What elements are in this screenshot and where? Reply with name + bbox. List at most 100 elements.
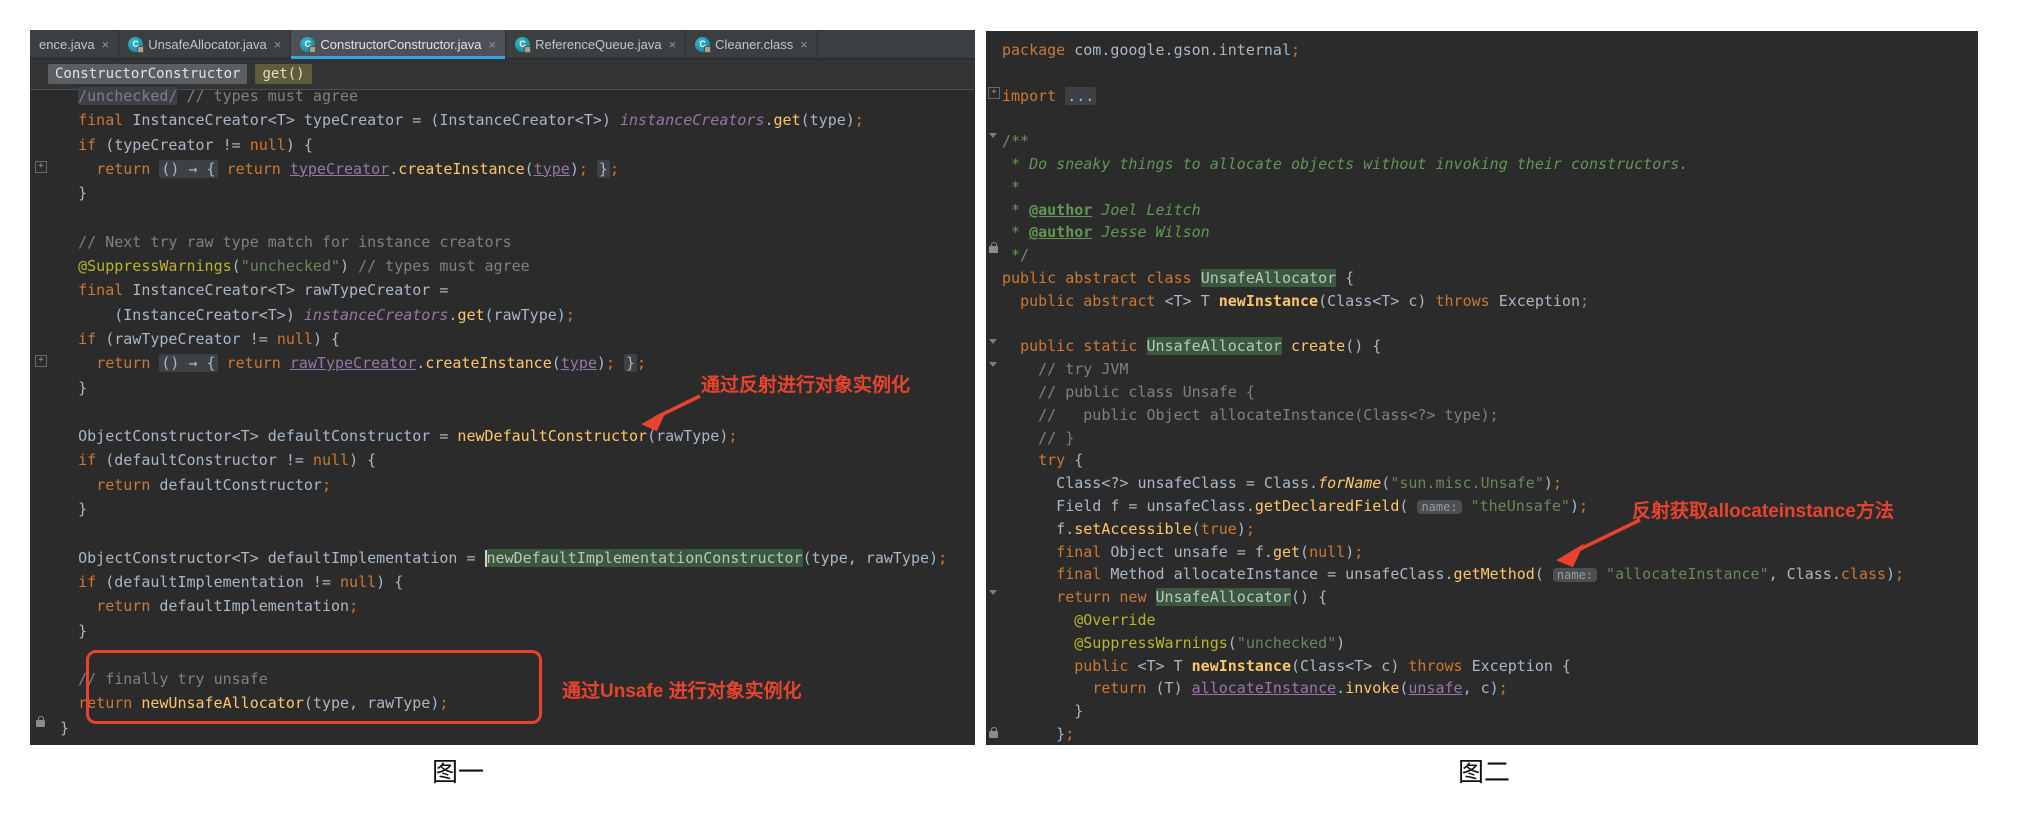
- code-editor-right[interactable]: package com.google.gson.internal; import…: [986, 31, 1978, 745]
- code-line: /unchecked/ // types must agree: [42, 84, 975, 108]
- code-token: , Class.: [1769, 565, 1841, 583]
- code-token: @Override: [1074, 611, 1155, 629]
- code-token: getMethod: [1454, 565, 1535, 583]
- code-token: Field f = unsafeClass.: [1002, 497, 1255, 515]
- code-token: newInstance: [1192, 657, 1291, 675]
- code-token: [1002, 679, 1092, 697]
- code-token: null: [277, 330, 313, 348]
- tab-close-icon[interactable]: ×: [800, 37, 808, 52]
- tab-label: ReferenceQueue.java: [535, 37, 661, 52]
- fold-collapse-icon[interactable]: [989, 133, 997, 138]
- lock-icon: [989, 731, 998, 738]
- code-token: ;: [322, 476, 331, 494]
- tab-close-icon[interactable]: ×: [669, 37, 677, 52]
- class-file-icon: C: [695, 37, 710, 52]
- code-line: // public Object allocateInstance(Class<…: [1002, 404, 1978, 427]
- code-token: name:: [1417, 500, 1461, 514]
- code-token: [1002, 406, 1038, 424]
- code-token: }: [624, 354, 637, 372]
- code-token: // Next try raw type match for instance …: [78, 233, 511, 251]
- breadcrumb-method-chip[interactable]: get(): [255, 64, 311, 84]
- tab-close-icon[interactable]: ×: [274, 37, 282, 52]
- code-token: allocateInstance: [1192, 679, 1337, 697]
- code-token: <T> T: [1165, 292, 1219, 310]
- fold-expand-icon[interactable]: +: [988, 87, 1000, 99]
- code-token: ) {: [313, 330, 340, 348]
- code-token: type: [534, 160, 570, 178]
- code-token: [281, 160, 290, 178]
- code-token: // types must agree: [177, 87, 358, 105]
- tab-label: UnsafeAllocator.java: [148, 37, 267, 52]
- editor-tab-cleaner-class[interactable]: CCleaner.class×: [686, 30, 818, 58]
- code-token: (InstanceCreator<T>): [42, 306, 304, 324]
- code-token: return: [96, 160, 150, 178]
- code-line: final Object unsafe = f.get(null);: [1002, 541, 1978, 564]
- code-token: ;: [349, 597, 358, 615]
- fold-expand-icon[interactable]: +: [35, 355, 47, 367]
- breadcrumb-class-chip[interactable]: ConstructorConstructor: [48, 64, 247, 84]
- code-line: public abstract class UnsafeAllocator {: [1002, 267, 1978, 290]
- code-token: import: [1002, 87, 1065, 105]
- annotation-unsafe-text: 通过Unsafe 进行对象实例化: [562, 676, 802, 703]
- code-line: }: [42, 181, 975, 205]
- code-token: if: [78, 330, 96, 348]
- code-token: [42, 281, 78, 299]
- code-editor-left[interactable]: /unchecked/ // types must agree final In…: [30, 84, 975, 740]
- editor-tab-constructorconstructor-java[interactable]: CConstructorConstructor.java×: [291, 30, 506, 58]
- tab-close-icon[interactable]: ×: [488, 37, 496, 52]
- code-line: @Override: [1002, 609, 1978, 632]
- editor-tab-ence-java[interactable]: ence.java×: [30, 30, 119, 58]
- code-token: ;: [1246, 520, 1255, 538]
- code-line: import ...: [1002, 85, 1978, 108]
- code-line: // Next try raw type match for instance …: [42, 230, 975, 254]
- code-token: (: [1399, 497, 1417, 515]
- fold-collapse-icon[interactable]: [989, 339, 997, 344]
- code-token: null: [340, 573, 376, 591]
- code-token: if: [78, 136, 96, 154]
- code-token: instanceCreators: [304, 306, 449, 324]
- editor-tab-referencequeue-java[interactable]: C ReferenceQueue.java ×: [506, 30, 686, 58]
- code-token: @author: [1029, 201, 1092, 219]
- code-token: ): [1336, 634, 1345, 652]
- fold-expand-icon[interactable]: +: [35, 161, 47, 173]
- code-token: // public Object allocateInstance(Class<…: [1038, 406, 1499, 424]
- fold-collapse-icon[interactable]: [989, 590, 997, 595]
- code-token: (: [1381, 474, 1390, 492]
- code-token: ): [1345, 543, 1354, 561]
- code-token: typeCreator: [290, 160, 389, 178]
- code-token: // public class Unsafe {: [1038, 383, 1255, 401]
- code-token: final: [1056, 543, 1110, 561]
- code-token: public static: [1020, 337, 1146, 355]
- code-line: // }: [1002, 427, 1978, 450]
- code-token: [42, 330, 78, 348]
- code-token: [1002, 588, 1056, 606]
- code-line: [1002, 313, 1978, 336]
- code-token: ): [1237, 520, 1246, 538]
- code-line: }: [42, 497, 975, 521]
- code-token: instanceCreators: [620, 111, 765, 129]
- code-token: ;: [855, 111, 864, 129]
- code-line: return new UnsafeAllocator() {: [1002, 586, 1978, 609]
- code-token: Exception: [1490, 292, 1580, 310]
- code-token: /**: [1002, 132, 1029, 150]
- code-token: ;: [728, 427, 737, 445]
- code-token: .: [416, 354, 425, 372]
- code-token: name:: [1553, 568, 1597, 582]
- code-token: (: [1192, 520, 1201, 538]
- tab-close-icon[interactable]: ×: [102, 37, 110, 52]
- code-token: [42, 257, 78, 275]
- code-line: final InstanceCreator<T> typeCreator = (…: [42, 108, 975, 132]
- class-file-icon: C: [515, 37, 530, 52]
- editor-tab-unsafeallocator-java[interactable]: CUnsafeAllocator.java×: [119, 30, 291, 58]
- code-token: Joel Leitch: [1092, 201, 1200, 219]
- code-token: [1002, 657, 1074, 675]
- code-token: .: [389, 160, 398, 178]
- code-token: com.google.gson.internal: [1074, 41, 1291, 59]
- fold-collapse-icon[interactable]: [989, 362, 997, 367]
- code-token: [1002, 337, 1020, 355]
- code-token: ;: [566, 306, 575, 324]
- code-line: final Method allocateInstance = unsafeCl…: [1002, 563, 1978, 586]
- code-line: return defaultImplementation;: [42, 594, 975, 618]
- code-token: throws: [1436, 292, 1490, 310]
- code-token: *: [1002, 155, 1029, 173]
